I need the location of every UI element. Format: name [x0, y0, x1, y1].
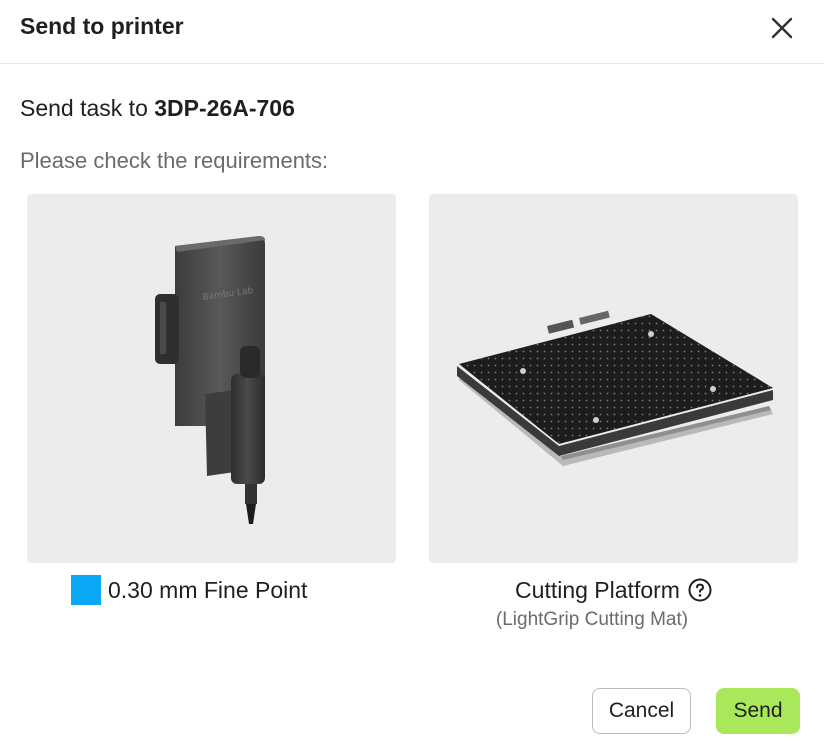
cancel-button[interactable]: Cancel — [592, 688, 691, 734]
requirements-text: Please check the requirements: — [20, 148, 329, 173]
platform-sub-label: (LightGrip Cutting Mat) — [495, 609, 689, 630]
send-to-printer-dialog: Send to printer Send task to 3DP-26A-706… — [0, 0, 824, 749]
tool-color-swatch — [71, 575, 101, 605]
fine-point-tool-image: Bambu Lab — [155, 236, 265, 524]
help-icon[interactable] — [688, 578, 712, 602]
dialog-header: Send to printer — [0, 0, 824, 64]
platform-label-text: Cutting Platform — [515, 576, 680, 603]
cutting-platform-image — [457, 310, 773, 466]
platform-card — [429, 194, 798, 563]
platform-label: Cutting Platform — [429, 574, 798, 606]
send-task-line: Send task to 3DP-26A-706 — [20, 95, 295, 122]
device-name: 3DP-26A-706 — [154, 95, 295, 121]
tool-label: 0.30 mm Fine Point — [71, 574, 307, 606]
close-button[interactable] — [768, 14, 796, 42]
close-icon — [771, 17, 793, 39]
tool-label-text: 0.30 mm Fine Point — [108, 576, 308, 603]
dialog-title: Send to printer — [20, 13, 184, 39]
send-button[interactable]: Send — [716, 688, 800, 734]
send-task-prefix: Send task to — [20, 95, 155, 121]
tool-card: Bambu Lab — [27, 194, 396, 563]
